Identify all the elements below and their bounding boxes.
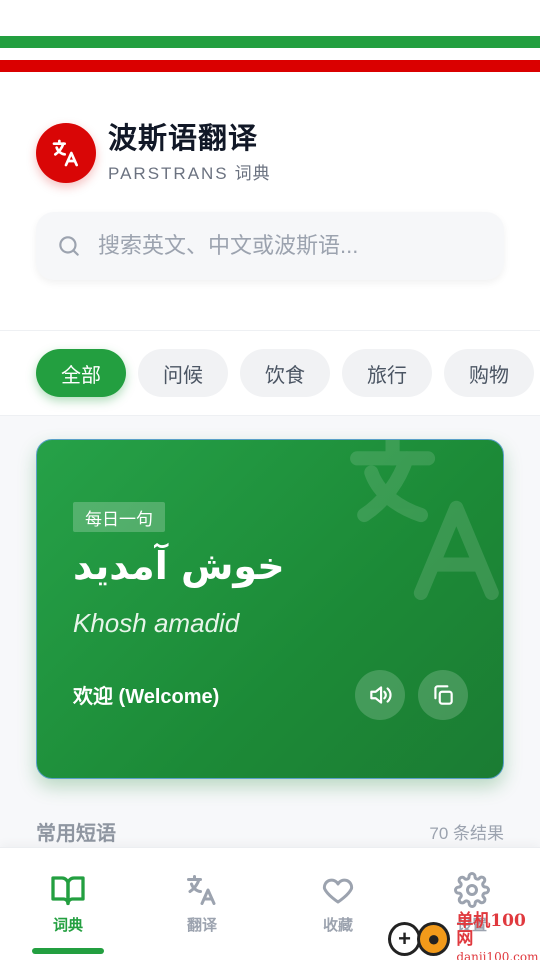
nav-label-translate: 翻译 bbox=[186, 917, 217, 934]
watermark-logo: + ● 单机100网 danji100.com bbox=[388, 912, 540, 960]
speaker-icon bbox=[370, 686, 392, 704]
watermark-circle-icon: ● bbox=[417, 922, 451, 956]
phrase-meaning: 欢迎 (Welcome) bbox=[73, 686, 220, 708]
chip-food[interactable]: 饮食 bbox=[240, 349, 330, 397]
chip-all[interactable]: 全部 bbox=[36, 349, 126, 397]
chip-greetings[interactable]: 问候 bbox=[138, 349, 228, 397]
romanization: Khosh amadid bbox=[73, 608, 240, 638]
category-chips: 全部 问候 饮食 旅行 购物 bbox=[36, 349, 534, 397]
nav-dictionary[interactable]: 词典 bbox=[18, 872, 118, 935]
watermark-url: danji100.com bbox=[456, 950, 539, 960]
divider bbox=[0, 330, 540, 331]
section-title: 常用短语 bbox=[36, 823, 116, 845]
nav-label-favorites: 收藏 bbox=[322, 917, 353, 934]
persian-phrase: خوش آمدید bbox=[73, 544, 285, 588]
daily-badge: 每日一句 bbox=[73, 502, 165, 532]
nav-translate[interactable]: 翻译 bbox=[152, 872, 252, 935]
play-sound-button[interactable] bbox=[355, 670, 405, 720]
translate-icon bbox=[187, 875, 216, 905]
flag-stripe-red bbox=[0, 60, 540, 72]
active-tab-indicator bbox=[32, 948, 104, 954]
translate-watermark-icon bbox=[350, 440, 499, 601]
nav-favorites[interactable]: 收藏 bbox=[288, 872, 388, 935]
chip-shopping[interactable]: 购物 bbox=[444, 349, 534, 397]
gear-icon bbox=[454, 872, 490, 908]
app-header: 波斯语翻译 PARSTRANS 词典 bbox=[36, 122, 271, 184]
search-input[interactable] bbox=[98, 233, 488, 259]
daily-phrase-card[interactable]: 每日一句 خوش آمدید Khosh amadid 欢迎 (Welcome) bbox=[36, 439, 504, 779]
app-logo bbox=[36, 123, 96, 183]
book-open-icon bbox=[51, 876, 85, 906]
flag-stripe-green bbox=[0, 36, 540, 48]
watermark-text: 单机100网 bbox=[456, 911, 526, 949]
copy-button[interactable] bbox=[418, 670, 468, 720]
translate-logo-icon bbox=[52, 139, 78, 167]
copy-icon bbox=[434, 685, 453, 705]
search-icon bbox=[59, 236, 79, 256]
app-title: 波斯语翻译 bbox=[108, 123, 259, 155]
result-count: 70 条结果 bbox=[429, 824, 504, 843]
app-subtitle-cn: 词典 bbox=[234, 164, 271, 183]
app-subtitle-en: PARSTRANS bbox=[108, 164, 229, 183]
nav-label-dictionary: 词典 bbox=[52, 917, 83, 934]
chip-travel[interactable]: 旅行 bbox=[342, 349, 432, 397]
app-subtitle: PARSTRANS 词典 bbox=[108, 159, 271, 184]
heart-icon bbox=[322, 878, 354, 904]
search-bar[interactable] bbox=[36, 212, 504, 280]
